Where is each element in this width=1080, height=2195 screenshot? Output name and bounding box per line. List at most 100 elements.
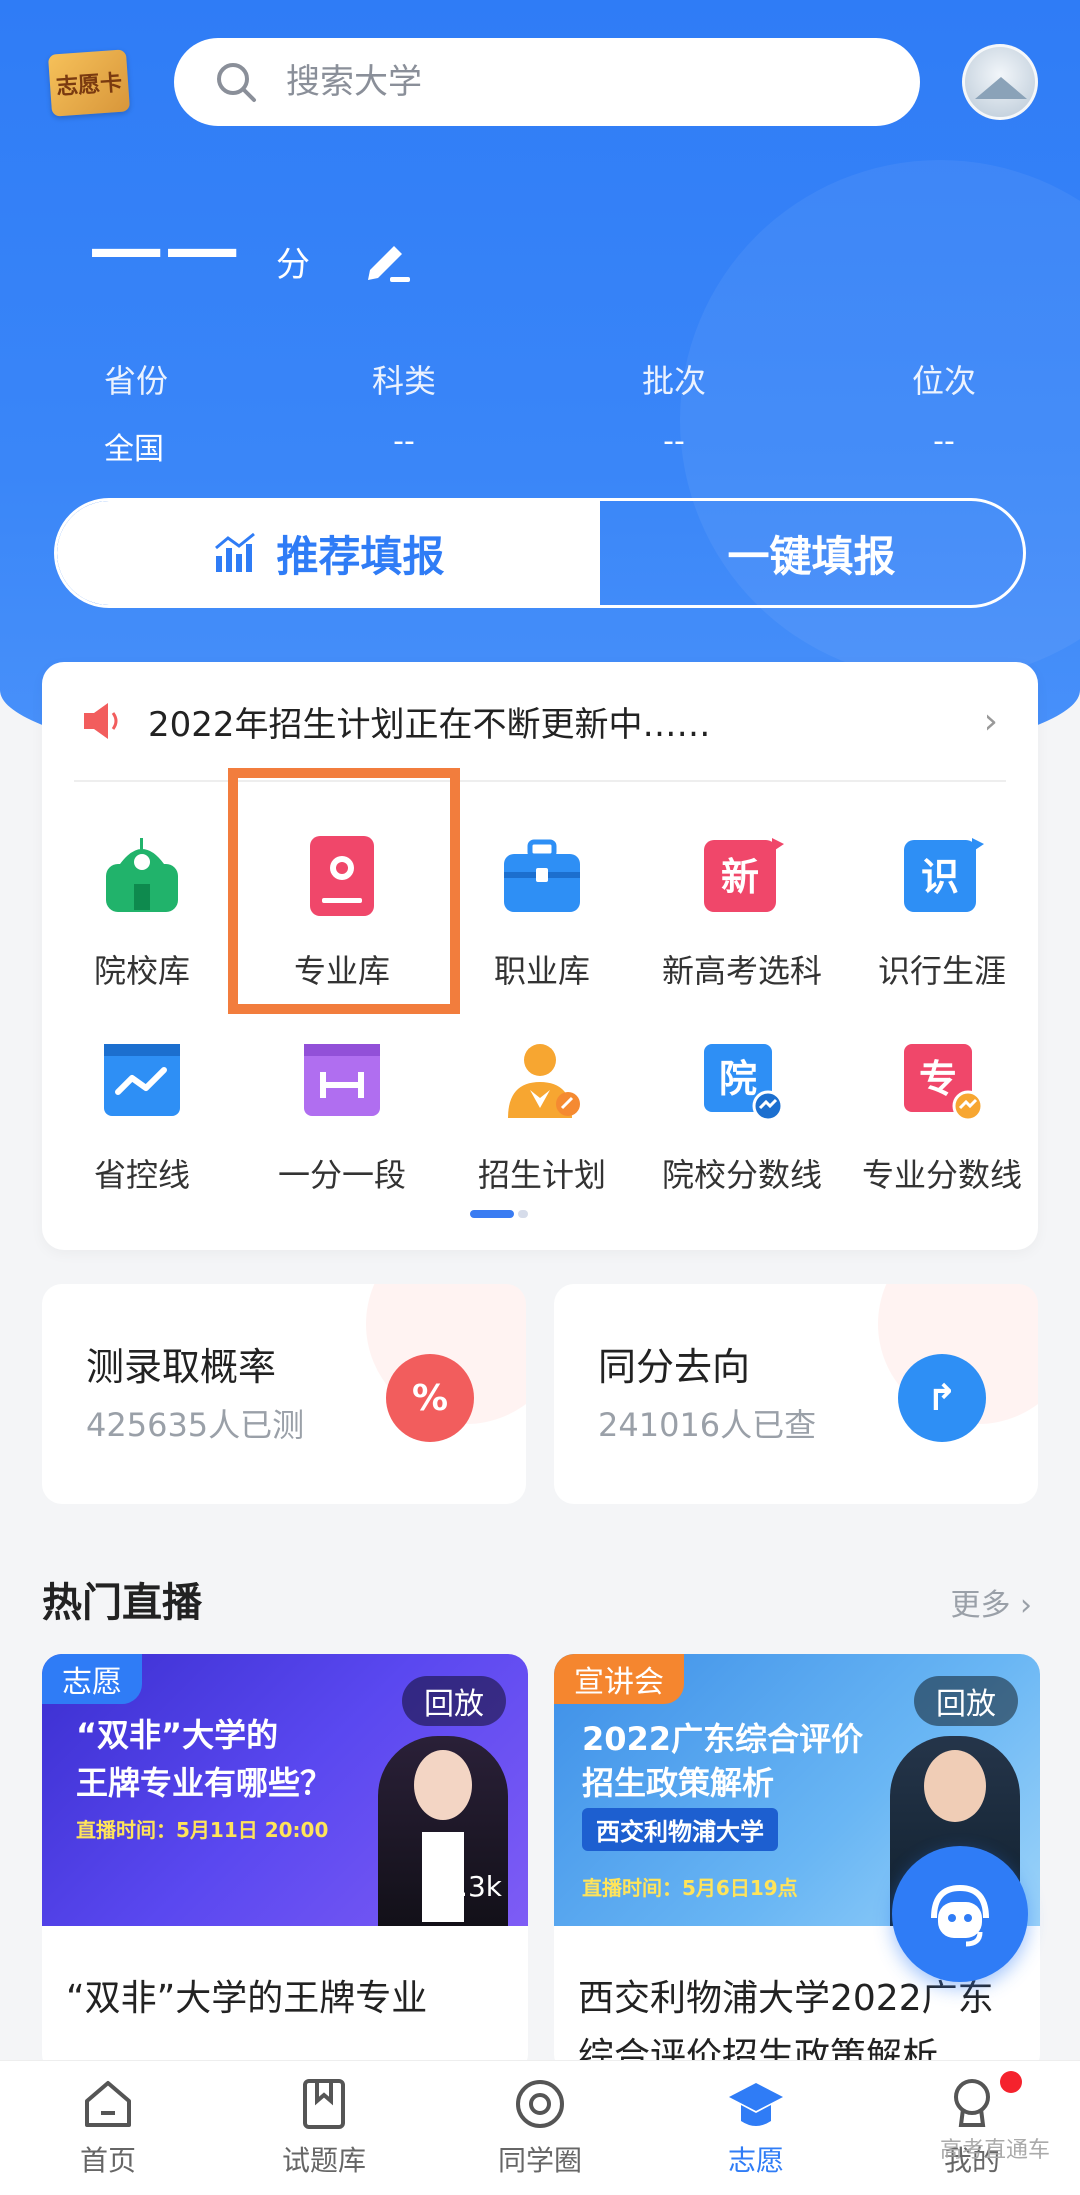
stat-province[interactable]: 省份 全国 bbox=[104, 356, 168, 468]
page-indicator-active bbox=[470, 1210, 514, 1218]
major-book-icon bbox=[300, 834, 384, 918]
grid-item-province-line[interactable]: 省控线 bbox=[42, 1038, 242, 1196]
feature-title: 测录取概率 bbox=[86, 1345, 277, 1389]
tools-panel: 2022年招生计划正在不断更新中…… › 院校库 专业库 职业库 新 新高考选科… bbox=[42, 662, 1038, 1250]
enroll-plan-icon bbox=[500, 1038, 584, 1122]
tab-question-bank[interactable]: 试题库 bbox=[216, 2061, 432, 2195]
avatar[interactable] bbox=[962, 44, 1038, 120]
grid-item-career-library[interactable]: 职业库 bbox=[442, 834, 642, 992]
grid-label: 一分一段 bbox=[277, 1156, 406, 1194]
tab-label: 志愿 bbox=[727, 2144, 784, 2177]
question-bank-icon bbox=[303, 2079, 345, 2129]
grid-label: 识行生涯 bbox=[877, 952, 1006, 990]
turn-arrow-icon: ↱ bbox=[898, 1354, 986, 1442]
svg-text:新: 新 bbox=[721, 855, 759, 899]
banner-line: 2022广东综合评价 bbox=[582, 1720, 864, 1758]
tab-profile[interactable]: 我的 bbox=[864, 2061, 1080, 2195]
same-score-destination-card[interactable]: 同分去向 241016人已查 ↱ bbox=[554, 1284, 1038, 1504]
search-bar[interactable] bbox=[174, 38, 920, 126]
banner-school: 西交利物浦大学 bbox=[582, 1808, 778, 1851]
watermark: 高考直通车 bbox=[939, 2138, 1050, 2163]
speaker-icon bbox=[84, 703, 118, 739]
grid-item-score-segment[interactable]: 一分一段 bbox=[242, 1038, 442, 1196]
recommend-fill-button[interactable]: 推荐填报 bbox=[57, 501, 600, 605]
live-thumbnail: 志愿 回放 “双非”大学的 王牌专业有哪些？ 直播时间：5月11日 20:00 … bbox=[42, 1654, 528, 1926]
feature-title: 同分去向 bbox=[598, 1345, 751, 1389]
chart-trend-icon bbox=[215, 532, 256, 572]
grid-label: 招生计划 bbox=[477, 1156, 606, 1194]
banner-time: 直播时间：5月11日 20:00 bbox=[76, 1818, 329, 1842]
stat-rank[interactable]: 位次 -- bbox=[912, 356, 976, 459]
grid-label: 专业分数线 bbox=[861, 1156, 1022, 1194]
grid-item-college-score[interactable]: 院 院校分数线 bbox=[642, 1038, 842, 1196]
grid-label: 院校分数线 bbox=[661, 1156, 822, 1194]
grid-item-new-subject[interactable]: 新 新高考选科 bbox=[642, 834, 842, 992]
search-input[interactable] bbox=[286, 62, 846, 102]
home-icon bbox=[85, 2081, 131, 2127]
tab-label: 首页 bbox=[79, 2144, 136, 2177]
tab-volunteer[interactable]: 志愿 bbox=[648, 2061, 864, 2195]
tab-home[interactable]: 首页 bbox=[0, 2061, 216, 2195]
volunteer-card-badge[interactable]: 志愿卡 bbox=[47, 49, 131, 117]
grid-label: 新高考选科 bbox=[661, 952, 822, 990]
briefcase-icon bbox=[500, 834, 584, 918]
svg-text:识: 识 bbox=[921, 855, 959, 899]
divider bbox=[74, 780, 1006, 782]
live-title: “双非”大学的王牌专业 bbox=[66, 1978, 428, 2019]
graduation-cap-icon bbox=[729, 2083, 783, 2126]
view-count: 2.3k bbox=[441, 1870, 502, 1903]
live-card[interactable]: 志愿 回放 “双非”大学的 王牌专业有哪些？ 直播时间：5月11日 20:00 … bbox=[42, 1654, 528, 2074]
grid-item-major-score[interactable]: 专 专业分数线 bbox=[842, 1038, 1042, 1196]
grid-label: 职业库 bbox=[493, 952, 590, 990]
stat-batch[interactable]: 批次 -- bbox=[642, 356, 706, 459]
more-link[interactable]: 更多 › bbox=[950, 1580, 1032, 1624]
replay-badge: 回放 bbox=[914, 1676, 1018, 1726]
page-indicator bbox=[518, 1210, 528, 1218]
notification-dot bbox=[1000, 2071, 1022, 2093]
major-score-icon: 专 bbox=[900, 1038, 984, 1122]
one-click-fill-label: 一键填报 bbox=[727, 531, 896, 581]
school-icon bbox=[100, 834, 184, 918]
svg-text:院: 院 bbox=[719, 1057, 757, 1101]
chevron-right-icon: › bbox=[983, 700, 998, 742]
tab-label: 试题库 bbox=[281, 2144, 366, 2177]
grid-item-major-library[interactable]: 专业库 bbox=[242, 834, 442, 992]
grid-label: 院校库 bbox=[93, 952, 190, 990]
grid-item-school-library[interactable]: 院校库 bbox=[42, 834, 242, 992]
one-click-fill-button[interactable]: 一键填报 bbox=[600, 501, 1023, 605]
notice-text: 2022年招生计划正在不断更新中…… bbox=[148, 704, 711, 745]
category-tag: 宣讲会 bbox=[554, 1654, 684, 1704]
grid-item-enroll-plan[interactable]: 招生计划 bbox=[442, 1038, 642, 1196]
grid-label: 专业库 bbox=[293, 952, 390, 990]
fill-mode-toggle: 推荐填报 一键填报 bbox=[54, 498, 1026, 608]
replay-badge: 回放 bbox=[402, 1676, 506, 1726]
feature-subtitle: 241016人已查 bbox=[598, 1406, 817, 1444]
banner-line: “双非”大学的 bbox=[76, 1716, 279, 1754]
banner-time: 直播时间：5月6日19点 bbox=[582, 1876, 798, 1900]
circle-icon bbox=[516, 2080, 564, 2128]
banner-line: 王牌专业有哪些？ bbox=[76, 1764, 333, 1802]
new-subject-icon: 新 bbox=[700, 834, 784, 918]
score-value: 一一 bbox=[90, 214, 243, 298]
edit-pencil-icon[interactable] bbox=[360, 230, 416, 286]
headset-icon bbox=[931, 1884, 989, 1947]
tab-label: 同学圈 bbox=[497, 2144, 582, 2177]
admission-probability-card[interactable]: 测录取概率 425635人已测 % bbox=[42, 1284, 526, 1504]
profile-icon bbox=[954, 2079, 990, 2127]
tab-circle[interactable]: 同学圈 bbox=[432, 2061, 648, 2195]
grid-item-career-planning[interactable]: 识 识行生涯 bbox=[842, 834, 1042, 992]
recommend-fill-label: 推荐填报 bbox=[276, 531, 445, 581]
category-tag: 志愿 bbox=[42, 1654, 142, 1704]
banner-line: 招生政策解析 bbox=[582, 1764, 775, 1802]
stat-category[interactable]: 科类 -- bbox=[372, 356, 436, 459]
province-line-icon bbox=[100, 1038, 184, 1122]
bottom-tab-bar: 首页 试题库 同学圈 志愿 我的 bbox=[0, 2060, 1080, 2195]
customer-service-button[interactable] bbox=[892, 1846, 1028, 1982]
score-row: 一一 分 bbox=[90, 220, 416, 292]
score-segment-icon bbox=[300, 1038, 384, 1122]
feature-subtitle: 425635人已测 bbox=[86, 1406, 305, 1444]
college-score-icon: 院 bbox=[700, 1038, 784, 1122]
live-title: 西交利物浦大学2022广东综合评价招生政策解析 bbox=[578, 1978, 994, 2074]
svg-text:专: 专 bbox=[919, 1057, 957, 1101]
notice-bar[interactable]: 2022年招生计划正在不断更新中…… › bbox=[42, 662, 1038, 780]
